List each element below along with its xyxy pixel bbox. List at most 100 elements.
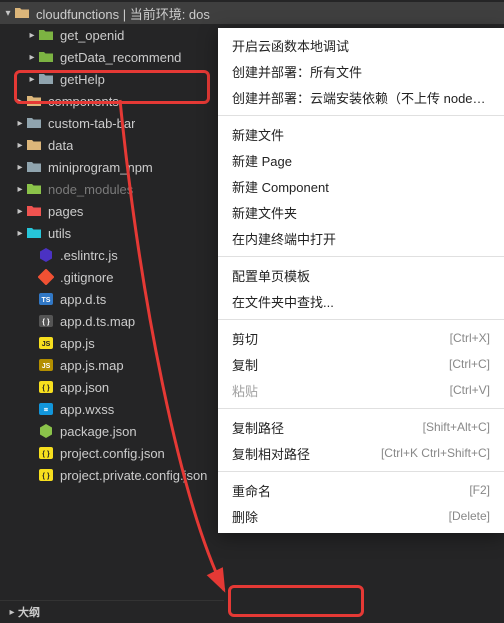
context-menu-item[interactable]: 创建并部署：云端安装依赖（不上传 node_modules） [218,84,504,110]
context-menu-item[interactable]: 新建文件 [218,121,504,147]
chevron-right-icon: ▸ [26,30,38,41]
folder-gold-icon [26,137,42,153]
ts-icon: TS [38,291,54,307]
tree-item-label: data [48,138,73,153]
jsmap-icon: JS [38,357,54,373]
context-menu-item-label: 复制相对路径 [232,444,371,463]
context-menu-item[interactable]: 重命名 [F2] [218,477,504,503]
chevron-right-icon: ▸ [14,184,26,195]
chevron-right-icon: ▸ [14,118,26,129]
folder-cloud-icon [38,27,54,43]
context-menu-item-shortcut: [Delete] [449,509,490,523]
context-menu: 开启云函数本地调试创建并部署：所有文件创建并部署：云端安装依赖（不上传 node… [218,28,504,533]
context-menu-item-label: 粘贴 [232,381,440,400]
svg-text:{ }: { } [42,385,50,392]
context-menu-item[interactable]: 新建文件夹 [218,199,504,225]
git-icon [38,269,54,285]
tree-item-label: get_openid [60,28,124,43]
wxss-icon: ⌗ [38,401,54,417]
folder-pages-icon [26,203,42,219]
context-menu-item-shortcut: [Ctrl+K Ctrl+Shift+C] [381,446,490,460]
tree-item-label: app.js [60,336,95,351]
context-menu-item: 粘贴[Ctrl+V] [218,377,504,403]
eslint-icon [38,247,54,263]
context-menu-item-label: 新建 Page [232,151,490,170]
context-menu-item-label: 在内建终端中打开 [232,229,490,248]
outline-section-header[interactable]: ▸ 大纲 [0,600,224,623]
context-menu-item[interactable]: 在文件夹中查找... [218,288,504,314]
tree-item-label: miniprogram_npm [48,160,153,175]
svg-text:TS: TS [42,297,51,304]
context-menu-item[interactable]: 开启云函数本地调试 [218,32,504,58]
context-menu-item-label: 剪切 [232,329,440,348]
tree-item-label: .gitignore [60,270,113,285]
context-menu-item-shortcut: [Ctrl+C] [449,357,490,371]
tree-item-label: app.js.map [60,358,124,373]
svg-text:{ }: { } [42,451,50,458]
folder-icon [14,5,30,21]
svg-text:JS: JS [42,363,51,370]
chevron-right-icon: ▸ [14,140,26,151]
context-menu-item[interactable]: 创建并部署：所有文件 [218,58,504,84]
context-menu-item-label: 新建文件 [232,125,490,144]
map-icon: { } [38,313,54,329]
folder-plain-icon [26,159,42,175]
chevron-right-icon: ▸ [14,206,26,217]
folder-plain-icon [38,71,54,87]
context-menu-item-label: 复制路径 [232,418,413,437]
chevron-right-icon: ▸ [26,74,38,85]
tree-item-label: project.private.config.json [60,468,207,483]
folder-plain-icon [26,115,42,131]
tree-item-label: app.d.ts [60,292,106,307]
tree-item-label: app.wxss [60,402,114,417]
context-menu-item-label: 创建并部署：云端安装依赖（不上传 node_modules） [232,88,490,107]
chevron-right-icon: ▸ [26,52,38,63]
svg-text:{ }: { } [42,473,50,480]
menu-separator [218,408,504,409]
menu-separator [218,115,504,116]
context-menu-item[interactable]: 复制相对路径 [Ctrl+K Ctrl+Shift+C] [218,440,504,466]
context-menu-item[interactable]: 复制路径 [Shift+Alt+C] [218,414,504,440]
tree-item-label: pages [48,204,83,219]
context-menu-item[interactable]: 剪切[Ctrl+X] [218,325,504,351]
tree-root-row[interactable]: ▾ cloudfunctions | 当前环境: dos [0,2,504,24]
chevron-right-icon: ▸ [14,162,26,173]
json-icon: { } [38,379,54,395]
svg-text:⌗: ⌗ [43,407,48,414]
context-menu-item[interactable]: 新建 Page [218,147,504,173]
context-menu-item-label: 删除 [232,507,439,526]
tree-item-label: custom-tab-bar [48,116,135,131]
json-icon: { } [38,445,54,461]
tree-item-label: utils [48,226,71,241]
tree-item-label: app.d.ts.map [60,314,135,329]
context-menu-item-shortcut: [Shift+Alt+C] [423,420,490,434]
chevron-down-icon: ▾ [2,8,14,19]
context-menu-item[interactable]: 在内建终端中打开 [218,225,504,251]
tree-item-label: package.json [60,424,137,439]
context-menu-item-label: 配置单页模板 [232,266,490,285]
js-icon: JS [38,335,54,351]
chevron-right-icon: ▸ [14,96,26,107]
tree-item-label: project.config.json [60,446,165,461]
context-menu-item[interactable]: 配置单页模板 [218,262,504,288]
tree-item-label: app.json [60,380,109,395]
tree-item-label: components [48,94,119,109]
menu-separator [218,256,504,257]
tree-item-label: getHelp [60,72,105,87]
context-menu-item-label: 开启云函数本地调试 [232,36,490,55]
json-icon: { } [38,467,54,483]
context-menu-item-label: 在文件夹中查找... [232,292,490,311]
tree-root-label: cloudfunctions | 当前环境: dos [36,4,210,23]
folder-cloud-icon [38,49,54,65]
annotation-highlight-delete [228,585,364,617]
svg-text:JS: JS [42,341,51,348]
context-menu-item-shortcut: [F2] [469,483,490,497]
context-menu-item[interactable]: 复制[Ctrl+C] [218,351,504,377]
chevron-right-icon: ▸ [6,607,18,618]
context-menu-item-label: 新建 Component [232,177,490,196]
context-menu-item[interactable]: 删除 [Delete] [218,503,504,529]
context-menu-item-label: 重命名 [232,481,459,500]
folder-utils-icon [26,225,42,241]
context-menu-item[interactable]: 新建 Component [218,173,504,199]
tree-item-label: .eslintrc.js [60,248,118,263]
